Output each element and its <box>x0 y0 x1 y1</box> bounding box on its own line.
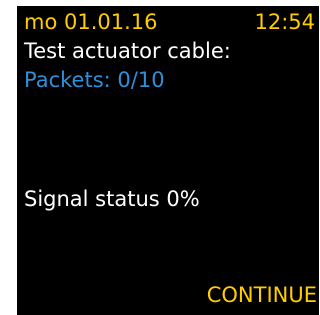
status-date: mo 01.01.16 <box>24 10 158 34</box>
status-time: 12:54 <box>254 10 315 34</box>
packets-counter: Packets: 0/10 <box>24 68 165 92</box>
device-screen: mo 01.01.16 12:54 Test actuator cable: P… <box>17 6 319 315</box>
page-title: Test actuator cable: <box>24 39 231 63</box>
continue-button[interactable]: CONTINUE <box>207 282 317 308</box>
signal-status: Signal status 0% <box>24 187 200 211</box>
